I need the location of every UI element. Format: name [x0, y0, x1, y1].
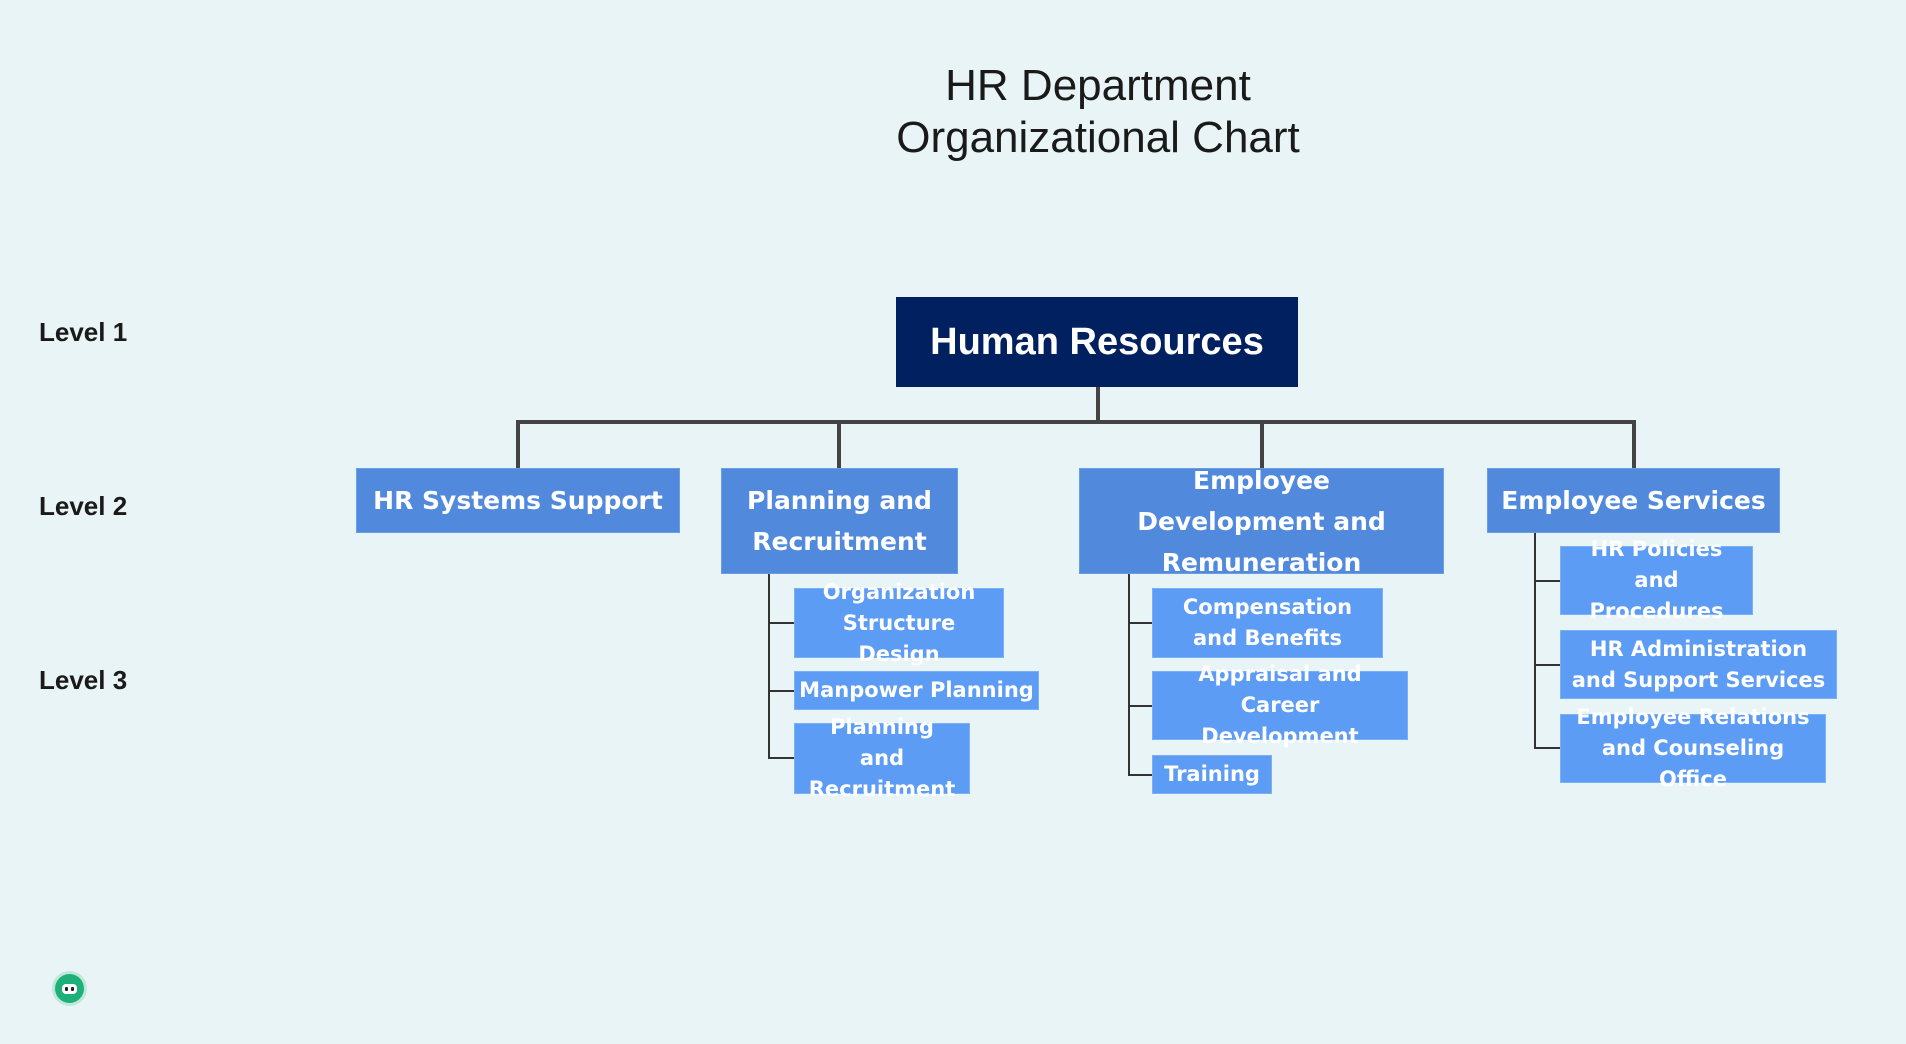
connector-empsvc-child-2	[1534, 664, 1560, 666]
connector-hr-systems	[516, 420, 520, 468]
connector-planning-child-2	[768, 690, 794, 692]
node-training[interactable]: Training	[1152, 755, 1272, 794]
chatbot-eye-left	[65, 987, 68, 991]
node-appraisal-and-career-development[interactable]: Appraisal and Career Development	[1152, 662, 1408, 748]
chart-title-line1: HR Department	[945, 61, 1251, 110]
chatbot-eye-right	[71, 987, 74, 991]
node-employee-services[interactable]: Employee Services	[1487, 468, 1780, 533]
node-planning-and-recruitment[interactable]: Planning and Recruitment	[721, 468, 958, 574]
node-human-resources[interactable]: Human Resources	[896, 297, 1298, 387]
node-hr-policies-and-procedures[interactable]: HR Policies and Procedures	[1560, 537, 1753, 623]
chart-title-line2: Organizational Chart	[896, 113, 1300, 162]
node-compensation-and-benefits[interactable]: Compensation and Benefits	[1152, 588, 1383, 658]
node-hr-systems-support[interactable]: HR Systems Support	[356, 468, 680, 533]
connector-planning-spine	[768, 574, 770, 759]
connector-bus	[516, 420, 1636, 424]
level-label-1: Level 1	[39, 317, 128, 347]
level-label-3: Level 3	[39, 665, 128, 695]
connector-planning	[837, 420, 841, 468]
node-planning-and-recruitment-sub[interactable]: Planning and Recruitment	[794, 715, 970, 801]
connector-empsvc-child-1	[1534, 580, 1560, 582]
connector-empdev-spine	[1128, 574, 1130, 776]
chatbot-face	[62, 984, 77, 994]
chatbot-icon[interactable]	[55, 974, 84, 1003]
level-label-2: Level 2	[39, 491, 128, 521]
node-employee-relations-and-counseling-office[interactable]: Employee Relations and Counseling Office	[1560, 705, 1826, 791]
node-hr-administration-and-support-services[interactable]: HR Administration and Support Services	[1560, 630, 1837, 699]
connector-empdev-child-2	[1128, 705, 1152, 707]
node-employee-development-and-remuneration[interactable]: Employee Development and Remuneration	[1079, 466, 1444, 577]
connector-planning-child-3	[768, 757, 794, 759]
connector-root-stem	[1096, 387, 1100, 424]
connector-empsvc-spine	[1534, 533, 1536, 749]
connector-empsvc	[1632, 420, 1636, 468]
connector-planning-child-1	[768, 622, 794, 624]
connector-empdev-child-3	[1128, 774, 1152, 776]
node-manpower-planning[interactable]: Manpower Planning	[794, 671, 1039, 710]
connector-empsvc-child-3	[1534, 747, 1560, 749]
node-organization-structure-design[interactable]: Organization Structure Design	[794, 580, 1004, 666]
connector-empdev-child-1	[1128, 622, 1152, 624]
